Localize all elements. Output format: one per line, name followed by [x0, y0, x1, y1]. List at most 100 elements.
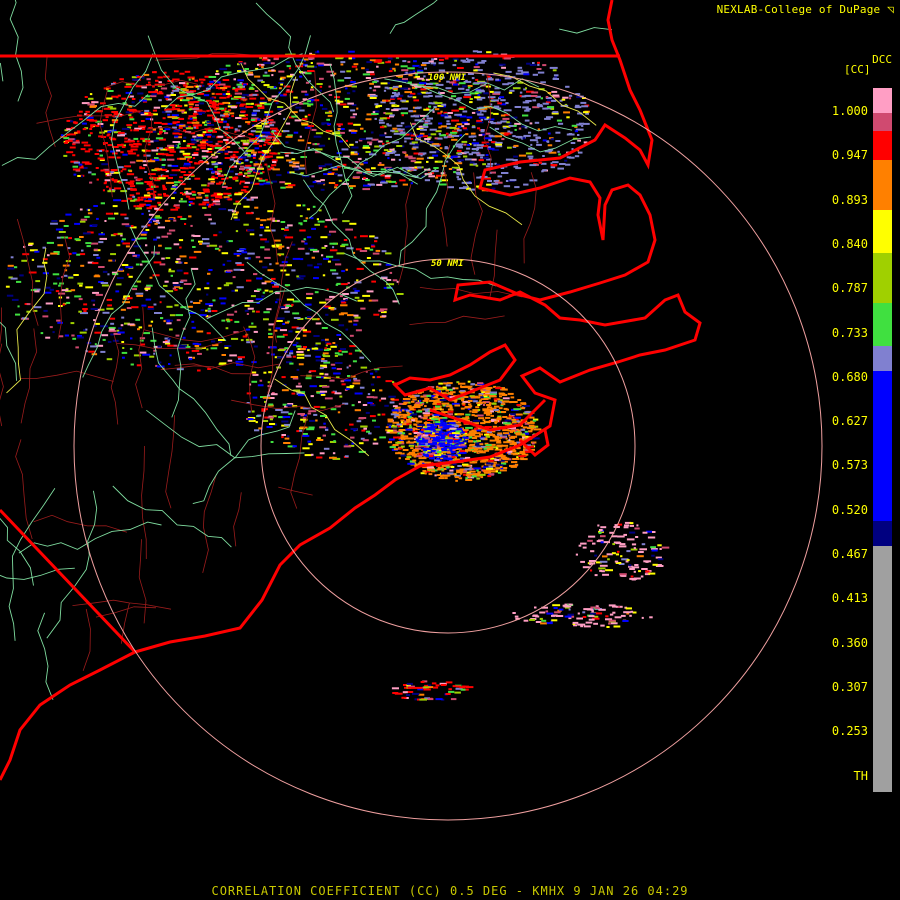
- echo-gate: [63, 137, 70, 140]
- echo-gate: [120, 308, 126, 311]
- echo-gate: [180, 150, 185, 153]
- echo-gate: [458, 477, 463, 480]
- echo-gate: [226, 96, 230, 99]
- echo-gate: [432, 440, 440, 442]
- echo-gate: [284, 229, 289, 231]
- echo-gate: [302, 329, 307, 332]
- echo-gate: [381, 413, 386, 416]
- echo-gate: [319, 367, 324, 370]
- echo-gate: [261, 66, 264, 69]
- echo-gate: [355, 68, 358, 71]
- echo-gate: [363, 130, 366, 133]
- echo-gate: [519, 452, 526, 455]
- echo-gate: [58, 335, 64, 338]
- echo-gate: [491, 171, 496, 174]
- echo-gate: [331, 272, 339, 275]
- echo-gate: [221, 118, 224, 121]
- echo-gate: [191, 153, 199, 156]
- echo-gate: [281, 436, 284, 439]
- echo-gate: [316, 439, 324, 441]
- echo-gate: [129, 161, 136, 164]
- echo-gate: [520, 458, 528, 461]
- echo-gate: [181, 111, 184, 114]
- echo-gate: [250, 196, 258, 199]
- echo-gate: [423, 454, 429, 457]
- echo-gate: [325, 428, 329, 431]
- echo-gate: [438, 382, 443, 385]
- echo-gate: [179, 246, 182, 249]
- echo-gate: [424, 67, 427, 70]
- echo-gate: [291, 158, 296, 161]
- echo-gate: [234, 92, 243, 95]
- echo-gate: [68, 276, 74, 279]
- echo-gate: [418, 399, 422, 402]
- echo-gate: [170, 208, 179, 211]
- echo-gate: [95, 293, 103, 296]
- echo-gate: [164, 247, 172, 250]
- echo-gate: [422, 399, 429, 402]
- echo-gate: [462, 85, 467, 88]
- echo-gate: [428, 102, 432, 105]
- echo-gate: [404, 140, 407, 143]
- echo-gate: [192, 356, 195, 359]
- echo-gate: [305, 217, 308, 220]
- echo-gate: [124, 165, 131, 168]
- echo-gate: [547, 106, 555, 109]
- echo-gate: [109, 317, 116, 320]
- echo-gate: [235, 230, 239, 233]
- echo-gate: [399, 94, 404, 97]
- echo-gate: [398, 429, 407, 431]
- echo-gate: [387, 418, 391, 421]
- echo-gate: [416, 410, 423, 413]
- echo-gate: [438, 442, 446, 445]
- echo-gate: [369, 235, 375, 238]
- echo-gate: [169, 328, 173, 331]
- echo-gate: [379, 436, 386, 439]
- echo-gate: [160, 317, 164, 320]
- echo-gate: [212, 111, 221, 114]
- echo-gate: [409, 408, 415, 411]
- echo-gate: [451, 95, 457, 98]
- echo-gate: [389, 446, 396, 449]
- echo-gate: [15, 313, 21, 316]
- echo-gate: [280, 83, 283, 86]
- echo-gate: [166, 305, 173, 308]
- echo-gate: [244, 172, 248, 175]
- echo-gate: [171, 165, 179, 167]
- echo-gate: [494, 439, 501, 442]
- echo-gate: [275, 292, 280, 295]
- echo-gate: [218, 249, 221, 252]
- echo-gate: [447, 472, 454, 475]
- echo-gate: [304, 454, 312, 457]
- echo-gate: [469, 443, 476, 446]
- echo-gate: [566, 156, 572, 159]
- echo-gate: [248, 133, 253, 136]
- echo-gate: [76, 336, 84, 339]
- echo-gate: [243, 185, 249, 188]
- echo-gate: [446, 120, 450, 123]
- echo-gate: [516, 420, 520, 423]
- echo-gate: [106, 134, 110, 137]
- echo-gate: [559, 163, 566, 165]
- echo-gate: [523, 134, 531, 137]
- echo-gate: [496, 418, 501, 421]
- echo-gate: [65, 139, 73, 142]
- echo-gate: [419, 128, 427, 131]
- echo-gate: [252, 169, 257, 172]
- echo-gate: [263, 62, 271, 65]
- echo-gate: [158, 91, 163, 93]
- echo-gate: [349, 143, 354, 146]
- echo-gate: [385, 112, 393, 115]
- echo-gate: [348, 352, 353, 355]
- echo-gate: [427, 441, 433, 444]
- echo-gate: [272, 161, 277, 163]
- echo-gate: [437, 137, 443, 140]
- echo-gate: [465, 416, 470, 419]
- echo-gate: [314, 291, 319, 294]
- echo-gate: [471, 111, 476, 114]
- echo-gate: [396, 145, 403, 147]
- echo-gate: [401, 114, 404, 117]
- echo-gate: [102, 270, 108, 273]
- echo-gate: [261, 282, 267, 285]
- echo-gate: [226, 146, 231, 148]
